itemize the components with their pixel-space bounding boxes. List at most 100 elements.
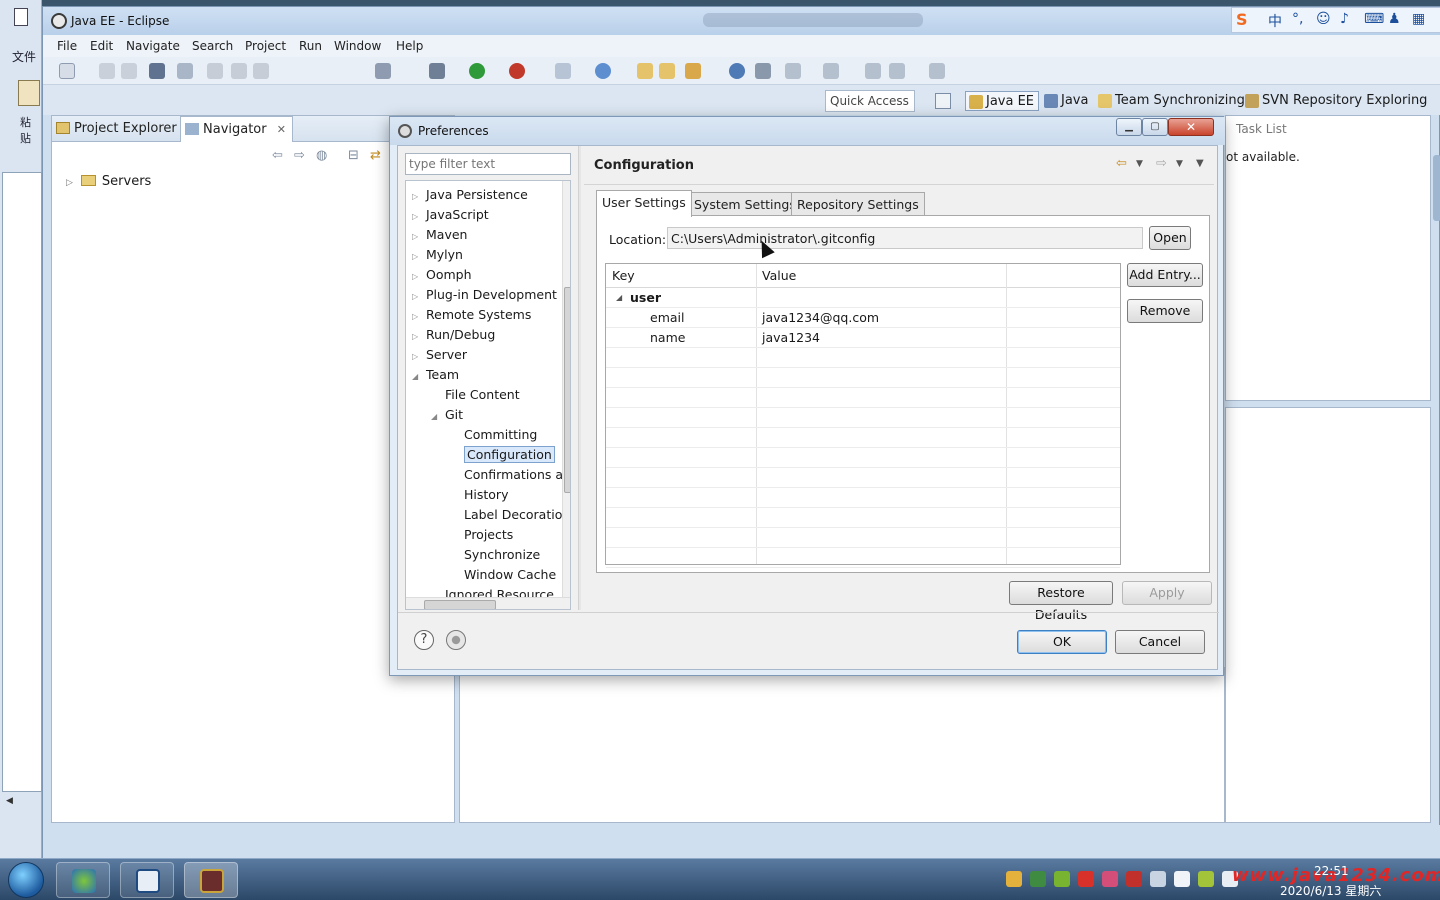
tree-item[interactable]: Committing bbox=[450, 427, 537, 447]
column-header-key[interactable]: Key bbox=[612, 268, 635, 283]
view-menu-icon[interactable]: ▼ bbox=[1196, 158, 1204, 169]
menu-window[interactable]: Window bbox=[334, 39, 381, 53]
vertical-scrollbar[interactable] bbox=[1433, 155, 1440, 221]
menu-search[interactable]: Search bbox=[192, 39, 233, 53]
new-class-icon[interactable] bbox=[595, 63, 611, 79]
save-icon[interactable] bbox=[99, 63, 115, 79]
tree-item[interactable]: Confirmations a bbox=[450, 467, 563, 487]
tab-system-settings[interactable]: System Settings bbox=[688, 192, 802, 216]
perspective-svn-repository-exploring[interactable]: SVN Repository Exploring bbox=[1242, 91, 1431, 111]
paste-label[interactable]: 粘贴 bbox=[20, 114, 41, 146]
close-button[interactable]: ✕ bbox=[1168, 118, 1214, 136]
ok-button[interactable]: OK bbox=[1017, 630, 1107, 654]
tree-item[interactable]: ▷ Plug-in Development bbox=[412, 287, 557, 307]
table-row[interactable]: ◢ user bbox=[606, 288, 1120, 308]
tree-vertical-scrollbar[interactable] bbox=[562, 181, 570, 597]
maximize-button[interactable]: ▢ bbox=[1142, 118, 1168, 136]
tree-item[interactable]: History bbox=[450, 487, 508, 507]
add-entry-button[interactable]: Add Entry... bbox=[1127, 263, 1203, 287]
tree-item[interactable]: ▷ Server bbox=[412, 347, 467, 367]
taskbar-app-2[interactable] bbox=[120, 862, 174, 898]
cancel-button[interactable]: Cancel bbox=[1115, 630, 1205, 654]
tree-item[interactable]: File Content bbox=[431, 387, 520, 407]
location-field[interactable]: C:\Users\Administrator\.gitconfig bbox=[667, 227, 1143, 249]
collapse-icon[interactable]: ◢ bbox=[616, 293, 622, 302]
tray-sogou-icon[interactable] bbox=[1078, 871, 1094, 887]
menu-help[interactable]: Help bbox=[396, 39, 423, 53]
tree-item[interactable]: ▷ Run/Debug bbox=[412, 327, 495, 347]
taskbar-eclipse[interactable] bbox=[184, 862, 238, 898]
ime-mode-toggle[interactable]: 中 bbox=[1268, 11, 1282, 31]
scroll-left-icon[interactable]: ◀ bbox=[6, 796, 13, 806]
open-resource-icon[interactable] bbox=[659, 63, 675, 79]
forward-icon[interactable]: ⇨ bbox=[1156, 156, 1167, 171]
user-icon[interactable]: ♟ bbox=[1388, 11, 1401, 27]
tree-item[interactable]: ▷ Maven bbox=[412, 227, 467, 247]
tree-expander-icon[interactable]: ▷ bbox=[412, 272, 422, 281]
open-type-icon[interactable] bbox=[637, 63, 653, 79]
menu-file[interactable]: File bbox=[57, 39, 77, 53]
last-edit-icon[interactable] bbox=[865, 63, 881, 79]
tab-user-settings[interactable]: User Settings bbox=[596, 190, 692, 217]
tray-shield-icon[interactable] bbox=[1030, 871, 1046, 887]
tray-update-icon[interactable] bbox=[1198, 871, 1214, 887]
link-with-editor-icon[interactable]: ⇄ bbox=[370, 148, 384, 163]
tree-expander-icon[interactable]: ▷ bbox=[412, 292, 422, 301]
punctuation-icon[interactable]: °, bbox=[1292, 11, 1303, 27]
forward-icon[interactable]: ⇨ bbox=[294, 148, 308, 163]
tree-item[interactable]: ▷ JavaScript bbox=[412, 207, 489, 227]
document-icon[interactable] bbox=[14, 8, 28, 26]
tree-item[interactable]: ◢ Git bbox=[431, 407, 463, 427]
ime-toolbar[interactable]: S 中 °, ☺ ♪ ⌨ ♟ ▦ bbox=[1231, 7, 1440, 33]
run-icon[interactable] bbox=[469, 63, 485, 79]
back-icon[interactable] bbox=[889, 63, 905, 79]
menu-edit[interactable]: Edit bbox=[90, 39, 113, 53]
terminate-icon[interactable] bbox=[253, 63, 269, 79]
import-export-icon[interactable] bbox=[446, 630, 466, 650]
tree-item[interactable]: Configuration bbox=[450, 446, 555, 467]
preferences-title-bar[interactable]: Preferences ▁ ▢ ✕ bbox=[390, 117, 1225, 145]
tree-expander-icon[interactable]: ▷ bbox=[412, 312, 422, 321]
paste-icon[interactable] bbox=[18, 80, 40, 106]
perspective-java-ee[interactable]: Java EE bbox=[965, 91, 1040, 111]
table-row[interactable]: email java1234@qq.com bbox=[606, 308, 1120, 328]
tree-expander-icon[interactable]: ◢ bbox=[412, 372, 422, 381]
tree-scroll-thumb[interactable] bbox=[564, 287, 570, 493]
tab-task-list[interactable]: Task List bbox=[1236, 122, 1287, 136]
open-button[interactable]: Open bbox=[1149, 226, 1191, 250]
collapse-all-icon[interactable]: ⊟ bbox=[348, 148, 362, 163]
tray-app-icon[interactable] bbox=[1102, 871, 1118, 887]
filter-input[interactable] bbox=[405, 153, 571, 175]
tray-notification-icon[interactable] bbox=[1174, 871, 1190, 887]
forward-icon[interactable] bbox=[929, 63, 945, 79]
menu-navigate[interactable]: Navigate bbox=[126, 39, 180, 53]
tree-horizontal-scrollbar[interactable] bbox=[406, 597, 570, 609]
back-menu-icon[interactable]: ▼ bbox=[1136, 159, 1143, 169]
tab-project-explorer[interactable]: Project Explorer bbox=[52, 116, 183, 142]
menu-project[interactable]: Project bbox=[245, 39, 286, 53]
help-icon[interactable]: ? bbox=[414, 630, 434, 650]
tree-expander-icon[interactable]: ◢ bbox=[431, 412, 441, 421]
tree-item[interactable]: Projects bbox=[450, 527, 513, 547]
next-annotation-icon[interactable] bbox=[785, 63, 801, 79]
column-header-value[interactable]: Value bbox=[762, 268, 796, 283]
microphone-icon[interactable]: ♪ bbox=[1340, 11, 1349, 27]
tree-expander-icon[interactable]: ▷ bbox=[412, 192, 422, 201]
annotation-icon[interactable] bbox=[755, 63, 771, 79]
tray-monitor-icon[interactable] bbox=[1150, 871, 1166, 887]
table-row[interactable]: name java1234 bbox=[606, 328, 1120, 348]
expand-icon[interactable]: ▷ bbox=[66, 178, 73, 188]
print-icon[interactable] bbox=[149, 63, 165, 79]
tree-expander-icon[interactable]: ▷ bbox=[412, 232, 422, 241]
tray-weibo-icon[interactable] bbox=[1126, 871, 1142, 887]
menu-run[interactable]: Run bbox=[299, 39, 322, 53]
search-icon[interactable] bbox=[685, 63, 701, 79]
external-tools-icon[interactable] bbox=[509, 63, 525, 79]
start-button[interactable] bbox=[8, 862, 44, 898]
clock-date[interactable]: 2020/6/13 星期六 bbox=[1280, 882, 1381, 899]
tree-expander-icon[interactable]: ▷ bbox=[412, 212, 422, 221]
save-all-icon[interactable] bbox=[121, 63, 137, 79]
tree-item[interactable]: ▷ Java Persistence bbox=[412, 187, 528, 207]
open-perspective-icon[interactable] bbox=[935, 93, 951, 109]
tree-item[interactable]: ◢ Team bbox=[412, 367, 459, 387]
